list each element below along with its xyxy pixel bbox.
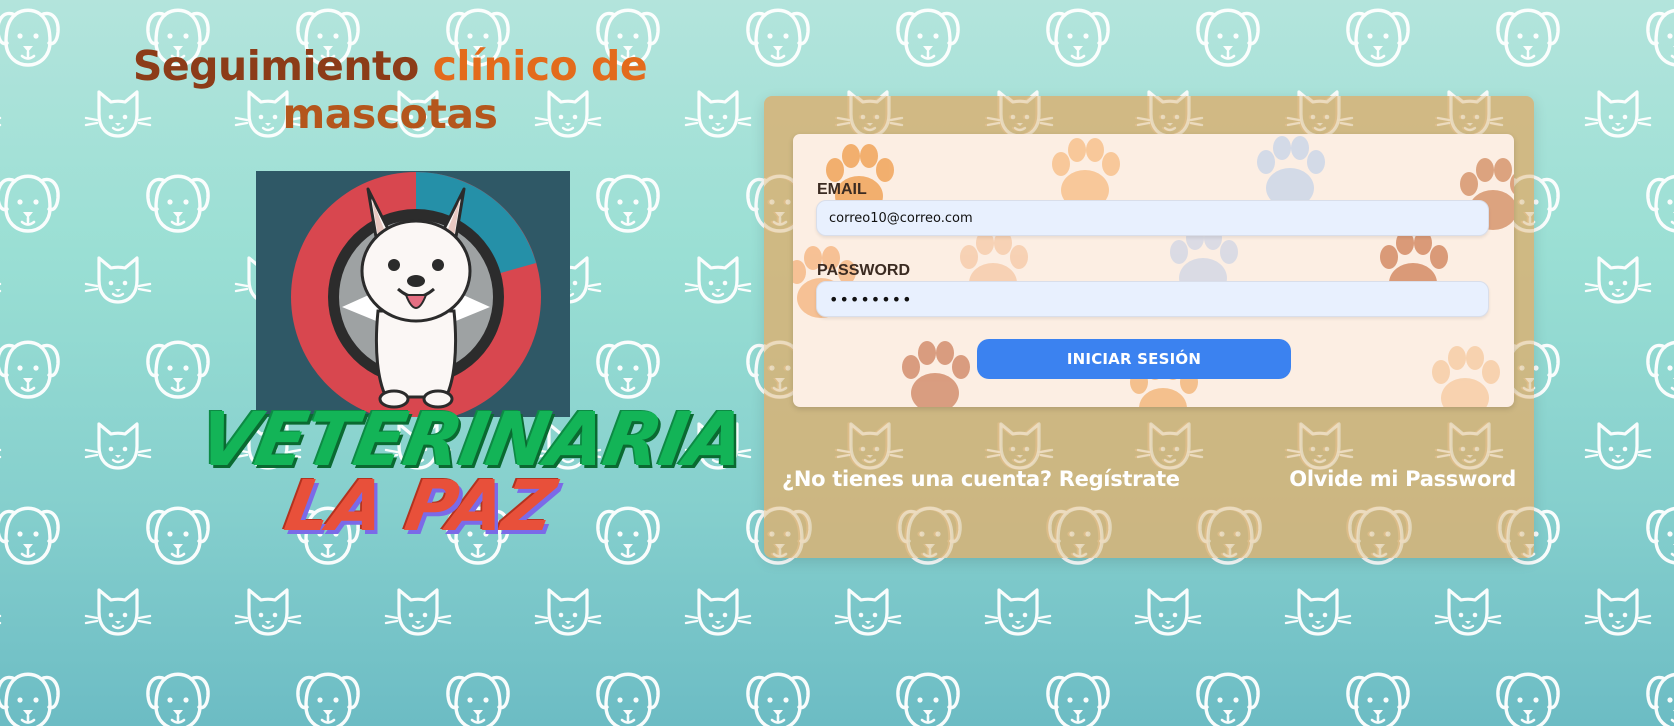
password-label: PASSWORD: [817, 262, 911, 279]
register-link[interactable]: ¿No tienes una cuenta? Regístrate: [782, 467, 1180, 491]
title-part-3: mascotas: [282, 90, 498, 138]
forgot-password-link[interactable]: Olvide mi Password: [1289, 467, 1516, 491]
login-panel: EMAIL PASSWORD INICIAR SESIÓN ¿No tienes…: [764, 96, 1534, 558]
clinic-logo: [256, 171, 570, 417]
dog-logo-icon: [291, 172, 541, 417]
login-form: EMAIL PASSWORD INICIAR SESIÓN: [793, 134, 1514, 407]
login-page: Seguimiento clínico de mascotas VETERINA…: [0, 0, 1674, 726]
login-button[interactable]: INICIAR SESIÓN: [977, 339, 1291, 379]
password-field[interactable]: [816, 281, 1489, 317]
email-label: EMAIL: [817, 181, 867, 198]
title-part-2: clínico de: [432, 42, 648, 90]
brand-line-2: LA PAZ: [279, 465, 561, 547]
email-field[interactable]: [816, 200, 1489, 236]
title-part-1: Seguimiento: [132, 42, 433, 90]
page-title: Seguimiento clínico de mascotas: [100, 42, 680, 138]
clinic-brand-name: VETERINARIA LA PAZ: [192, 397, 751, 550]
